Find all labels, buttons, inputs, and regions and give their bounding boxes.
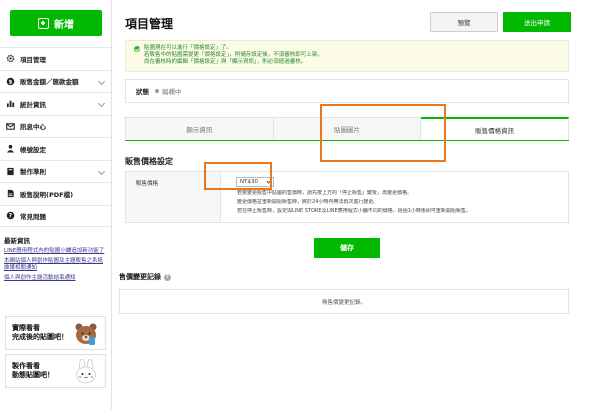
tab-sticker-images[interactable]: 貼圖圖片: [273, 117, 422, 140]
sidebar-item-label: 製作準則: [20, 168, 46, 177]
banner-line: 完成後的貼圖吧！: [12, 333, 68, 341]
status-value: 編輯中: [162, 88, 182, 96]
notice-text: 尚在審核時的編輯「價格設定」與「顯示資訊」，則必須經過審核。: [144, 59, 307, 65]
new-item-button[interactable]: 新增: [10, 10, 102, 36]
notice-box: 貼圖現在可以進行「價格設定」了。 若販售中的貼圖需變更「價格設定」，則儲存設定後…: [125, 40, 569, 72]
sidebar-item-label: 販售說明(PDF檔): [20, 190, 74, 199]
sidebar-item-project-management[interactable]: 項目管理: [0, 47, 111, 70]
news-link[interactable]: 本網站個人與創作貼圖及主題販售之系統維護相關通知: [4, 258, 108, 273]
price-history-title-text: 售價變更記錄: [119, 273, 161, 281]
price-note: 變更價格並重新開始販售時，將於24小時內無法再次進行變更。: [237, 199, 379, 205]
price-history-box: 無售價變更記錄。: [119, 289, 569, 314]
chevron-down-icon: [97, 77, 106, 85]
banner-line: 動態貼圖吧！: [12, 371, 54, 379]
submit-application-button[interactable]: 送出申請: [503, 12, 571, 32]
sidebar-item-guidelines[interactable]: 製作準則: [0, 159, 111, 183]
plus-icon: [38, 17, 49, 29]
price-note: 若要變更販售中貼圖的售價時，請先按上方的「停止販售」鍵後，再變更價格。: [237, 190, 413, 196]
news-section: 最新資訊 LINE應用程式內的貼圖小舖追加新功能了 本網站個人與創作貼圖及主題販…: [4, 235, 108, 284]
price-notes: 若要變更販售中貼圖的售價時，請先按上方的「停止販售」鍵後，再變更價格。 變更價格…: [237, 190, 567, 217]
notice-text: 若販售中的貼圖需變更「價格設定」，則儲存設定後，不須審核即可上架。: [144, 52, 323, 58]
question-icon: ?: [6, 211, 15, 220]
banner-animated-stickers[interactable]: 製作看看 動態貼圖吧！: [5, 354, 106, 388]
status-dot-icon: [155, 89, 159, 93]
pdf-icon: [6, 189, 15, 198]
sidebar-item-sales-pdf[interactable]: 販售說明(PDF檔): [0, 182, 111, 205]
sidebar-item-label: 帳號設定: [20, 145, 46, 154]
sidebar-item-label: 訊息中心: [20, 123, 46, 132]
tab-sales-price-info[interactable]: 販售價格資訊: [421, 117, 570, 140]
chevron-down-icon: [266, 178, 271, 184]
sidebar-item-label: 販售金額／匯款金額: [20, 78, 79, 87]
svg-text:$: $: [9, 79, 13, 85]
book-icon: [6, 167, 15, 176]
sidebar-nav: 項目管理 $ 販售金額／匯款金額 統計資訊 訊息中心 帳號設定 製作準則 販售說…: [0, 47, 111, 227]
price-row-label: 販售價格: [126, 172, 221, 222]
price-history-title: 售價變更記錄 ?: [119, 272, 171, 282]
price-settings-box: 販售價格 NT$30 若要變更販售中貼圖的售價時，請先按上方的「停止販售」鍵後，…: [125, 171, 569, 223]
tab-bar: 顯示資訊 貼圖圖片 販售價格資訊: [125, 117, 570, 141]
new-item-label: 新增: [54, 19, 74, 31]
sidebar-item-statistics[interactable]: 統計資訊: [0, 92, 111, 115]
sidebar-item-account-settings[interactable]: 帳號設定: [0, 137, 111, 160]
gear-icon: [6, 54, 15, 63]
chevron-down-icon: [97, 167, 106, 175]
main-content: 項目管理 預覽 送出申請 貼圖現在可以進行「價格設定」了。 若販售中的貼圖需變更…: [112, 0, 600, 410]
page-title: 項目管理: [125, 17, 174, 31]
status-bar: 狀態 編輯中: [125, 79, 569, 103]
news-link[interactable]: LINE應用程式內的貼圖小舖追加新功能了: [4, 248, 108, 256]
banner-line: 實際看看: [12, 324, 40, 332]
price-select-value: NT$30: [240, 179, 258, 185]
sidebar: 新增 項目管理 $ 販售金額／匯款金額 統計資訊 訊息中心 帳號設定 製作準則 …: [0, 0, 112, 410]
news-link[interactable]: 個人與創作主題活動結束通知: [4, 275, 108, 283]
coin-icon: $: [6, 77, 15, 86]
chevron-down-icon: [97, 99, 106, 108]
sidebar-item-faq[interactable]: ? 常見問題: [0, 204, 111, 227]
person-icon: [6, 144, 15, 153]
banner-line: 製作看看: [12, 362, 40, 370]
price-history-empty: 無售價變更記錄。: [321, 299, 366, 306]
brown-bear-icon: [75, 323, 97, 345]
preview-button[interactable]: 預覽: [430, 12, 498, 32]
help-icon[interactable]: ?: [164, 273, 171, 281]
price-note: 若在停止販售時，設定與LINE STORE及LINE應用程式小舖不同的價格，經過…: [237, 208, 471, 214]
notice-text: 貼圖現在可以進行「價格設定」了。: [144, 45, 233, 51]
tab-display-info[interactable]: 顯示資訊: [125, 117, 274, 140]
envelope-icon: [6, 122, 15, 131]
banner-preview-stickers[interactable]: 實際看看 完成後的貼圖吧！: [5, 316, 106, 350]
price-select[interactable]: NT$30: [236, 177, 274, 187]
sidebar-item-message-center[interactable]: 訊息中心: [0, 114, 111, 138]
section-title-price-settings: 販售價格設定: [125, 157, 173, 166]
status-label: 狀態: [136, 88, 149, 96]
check-circle-icon: [134, 45, 140, 52]
cony-rabbit-icon: [76, 359, 96, 384]
sidebar-item-label: 統計資訊: [20, 100, 46, 109]
sidebar-item-label: 項目管理: [20, 55, 46, 64]
save-button[interactable]: 儲存: [314, 238, 380, 258]
news-title: 最新資訊: [4, 237, 30, 245]
chart-icon: [6, 99, 15, 108]
sidebar-item-sales-amount[interactable]: $ 販售金額／匯款金額: [0, 69, 111, 93]
sidebar-item-label: 常見問題: [20, 212, 46, 221]
